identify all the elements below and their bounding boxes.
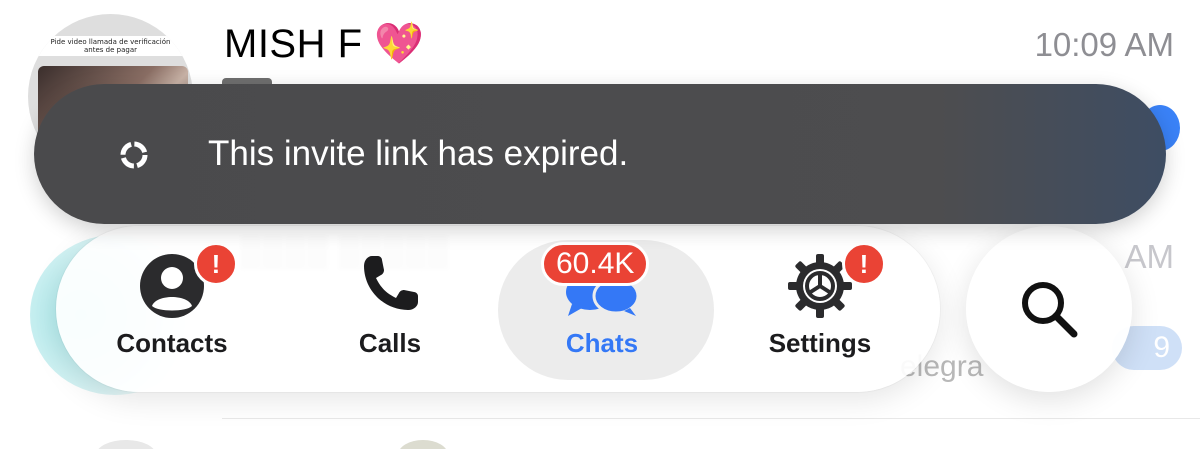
tab-label: Chats (565, 328, 639, 358)
avatar-caption: Pide video llamada de verificación antes… (28, 36, 193, 56)
chat-time-faded: AM (1124, 238, 1175, 275)
tab-calls[interactable]: Calls (304, 226, 476, 392)
toast-notification: This invite link has expired. (34, 84, 1166, 224)
tab-label: Calls (358, 328, 422, 358)
chats-unread-badge: 60.4K (541, 242, 650, 286)
toast-message: This invite link has expired. (208, 134, 629, 173)
chat-time: 10:09 AM (1034, 26, 1174, 63)
settings-alert-badge: ! (842, 242, 886, 286)
chat-name: MISH F 💖 (224, 22, 425, 66)
tab-label: Contacts (116, 328, 228, 358)
search-icon (1022, 282, 1078, 338)
chat-avatar-bottom (96, 440, 156, 449)
phone-icon (358, 252, 422, 321)
divider (222, 418, 1200, 419)
chat-avatar-bottom-2 (398, 440, 448, 449)
search-button[interactable] (966, 226, 1132, 392)
tab-label: Settings (768, 328, 872, 358)
contacts-alert-badge: ! (194, 242, 238, 286)
refresh-icon (118, 139, 150, 171)
